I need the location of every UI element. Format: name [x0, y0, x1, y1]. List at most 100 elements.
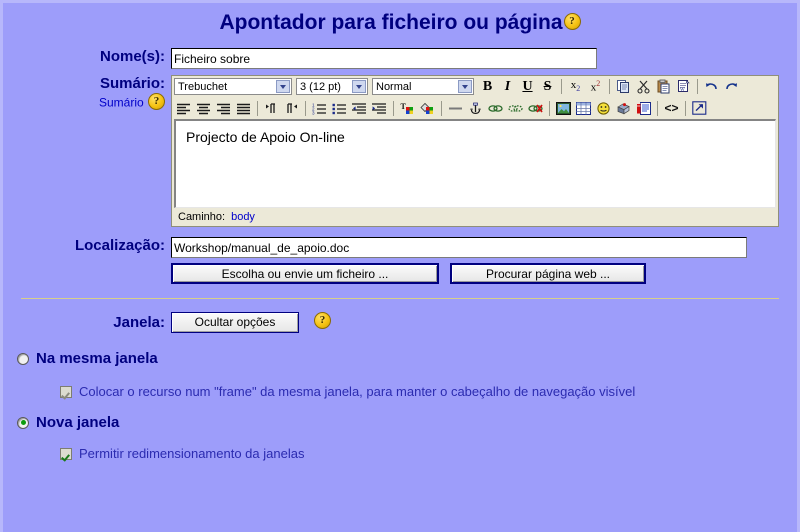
html-editor: Trebuchet 3 (12 pt) Normal B I U S x2 x2… [171, 75, 779, 227]
page-title-row: Apontador para ficheiro ou página? [3, 3, 797, 35]
search-web-page-button[interactable]: Procurar página web ... [450, 263, 646, 284]
editor-toolbar-row-1: Trebuchet 3 (12 pt) Normal B I U S x2 x2… [172, 76, 778, 97]
edit-link-icon[interactable] [506, 99, 525, 118]
option-new-window[interactable]: Nova janela [17, 414, 797, 431]
outdent-icon[interactable] [350, 99, 369, 118]
summary-label-cell: Sumário: Sumário ? [3, 75, 171, 112]
paste-word-icon[interactable]: W [674, 77, 693, 96]
toolbar-separator [697, 79, 698, 94]
subscript-icon[interactable]: x2 [566, 77, 585, 96]
direction-ltr-icon[interactable] [262, 99, 281, 118]
bulleted-list-icon[interactable] [330, 99, 349, 118]
align-center-icon[interactable] [194, 99, 213, 118]
redo-icon[interactable] [722, 77, 741, 96]
paragraph-style-select[interactable]: Normal [372, 78, 474, 95]
checkbox-use-frame[interactable] [60, 385, 72, 398]
chevron-down-icon[interactable] [352, 80, 366, 93]
underline-icon[interactable]: U [518, 77, 537, 96]
numbered-list-icon[interactable]: 1 2 3 [310, 99, 329, 118]
resource-form-page: Apontador para ficheiro ou página? Nome(… [0, 0, 800, 532]
location-label-cell: Localização: [3, 237, 171, 254]
fullscreen-icon[interactable] [690, 99, 709, 118]
option-resizable-checkbox-row[interactable]: Permitir redimensionamento da janelas [60, 446, 797, 461]
font-size-select[interactable]: 3 (12 pt) [296, 78, 368, 95]
html-source-icon[interactable]: <> [662, 99, 681, 118]
location-row: Localização: Escolha ou envie um ficheir… [3, 237, 797, 284]
window-label-cell: Janela: [3, 314, 171, 331]
chevron-down-icon[interactable] [458, 80, 472, 93]
summary-help-link[interactable]: Sumário ? [3, 93, 165, 112]
insert-nonbreaking-icon[interactable] [634, 99, 653, 118]
name-label: Nome(s): [99, 48, 165, 65]
undo-icon[interactable] [702, 77, 721, 96]
editor-path-bar: Caminho: body [172, 208, 778, 226]
editor-content-text: Projecto de Apoio On-line [186, 129, 345, 145]
indent-icon[interactable] [370, 99, 389, 118]
name-row: Nome(s): [3, 48, 797, 69]
bold-icon[interactable]: B [478, 77, 497, 96]
toolbar-separator [305, 100, 306, 116]
name-input[interactable] [171, 48, 597, 69]
font-family-select[interactable]: Trebuchet [174, 78, 292, 95]
font-color-icon[interactable]: T [398, 99, 417, 118]
toolbar-separator [441, 100, 442, 116]
copy-icon[interactable] [614, 77, 633, 96]
chevron-down-icon[interactable] [276, 80, 290, 93]
location-input[interactable] [171, 237, 747, 258]
strikethrough-icon[interactable]: S [538, 77, 557, 96]
checkbox-use-frame-label: Colocar o recurso num "frame" da mesma j… [79, 384, 636, 399]
checkbox-allow-resize[interactable] [60, 447, 72, 460]
insert-image-icon[interactable] [554, 99, 573, 118]
insert-link-icon[interactable] [486, 99, 505, 118]
align-left-icon[interactable] [174, 99, 193, 118]
window-row: Janela: Ocultar opções ? [3, 312, 797, 333]
horizontal-rule-icon[interactable] [446, 99, 465, 118]
insert-table-icon[interactable] [574, 99, 593, 118]
svg-text:T: T [401, 102, 407, 111]
paragraph-style-value: Normal [376, 80, 412, 93]
cut-icon[interactable] [634, 77, 653, 96]
option-same-window[interactable]: Na mesma janela [17, 350, 797, 367]
help-icon[interactable]: ? [314, 312, 331, 329]
checkbox-allow-resize-label: Permitir redimensionamento da janelas [79, 446, 305, 461]
svg-text:3: 3 [312, 110, 315, 114]
editor-content-area[interactable]: Projecto de Apoio On-line [174, 119, 776, 208]
align-right-icon[interactable] [214, 99, 233, 118]
insert-media-icon[interactable] [614, 99, 633, 118]
location-field-cell: Escolha ou envie um ficheiro ... Procura… [171, 237, 747, 284]
option-same-window-label: Na mesma janela [36, 350, 158, 367]
radio-same-window[interactable] [17, 352, 29, 365]
hide-options-button[interactable]: Ocultar opções [171, 312, 299, 333]
summary-label: Sumário: [99, 75, 165, 92]
italic-icon[interactable]: I [498, 77, 517, 96]
superscript-icon[interactable]: x2 [586, 77, 605, 96]
insert-emoticon-icon[interactable] [594, 99, 613, 118]
path-value[interactable]: body [231, 211, 255, 223]
background-color-icon[interactable] [418, 99, 437, 118]
help-icon[interactable]: ? [563, 12, 581, 30]
direction-rtl-icon[interactable] [282, 99, 301, 118]
page-title: Apontador para ficheiro ou página [219, 11, 563, 34]
name-input-cell [171, 48, 597, 69]
toolbar-separator [609, 79, 610, 94]
unlink-icon[interactable] [526, 99, 545, 118]
help-icon[interactable]: ? [148, 93, 165, 110]
editor-toolbar-row-2: 1 2 3 T <> [172, 97, 778, 119]
toolbar-separator [657, 100, 658, 116]
choose-or-upload-file-button[interactable]: Escolha ou envie um ficheiro ... [171, 263, 439, 284]
name-label-cell: Nome(s): [3, 48, 171, 65]
toolbar-separator [257, 100, 258, 116]
toolbar-separator [685, 100, 686, 116]
section-divider [21, 298, 779, 299]
toolbar-separator [393, 100, 394, 116]
paste-icon[interactable] [654, 77, 673, 96]
radio-new-window[interactable] [17, 416, 29, 429]
location-label: Localização: [74, 237, 165, 254]
option-frame-checkbox-row[interactable]: Colocar o recurso num "frame" da mesma j… [60, 384, 797, 399]
summary-row: Sumário: Sumário ? Trebuchet 3 (12 pt) N… [3, 75, 797, 227]
toolbar-separator [561, 79, 562, 94]
anchor-icon[interactable] [466, 99, 485, 118]
summary-help-link-label: Sumário [98, 95, 144, 110]
align-justify-icon[interactable] [234, 99, 253, 118]
svg-text:W: W [680, 88, 685, 93]
